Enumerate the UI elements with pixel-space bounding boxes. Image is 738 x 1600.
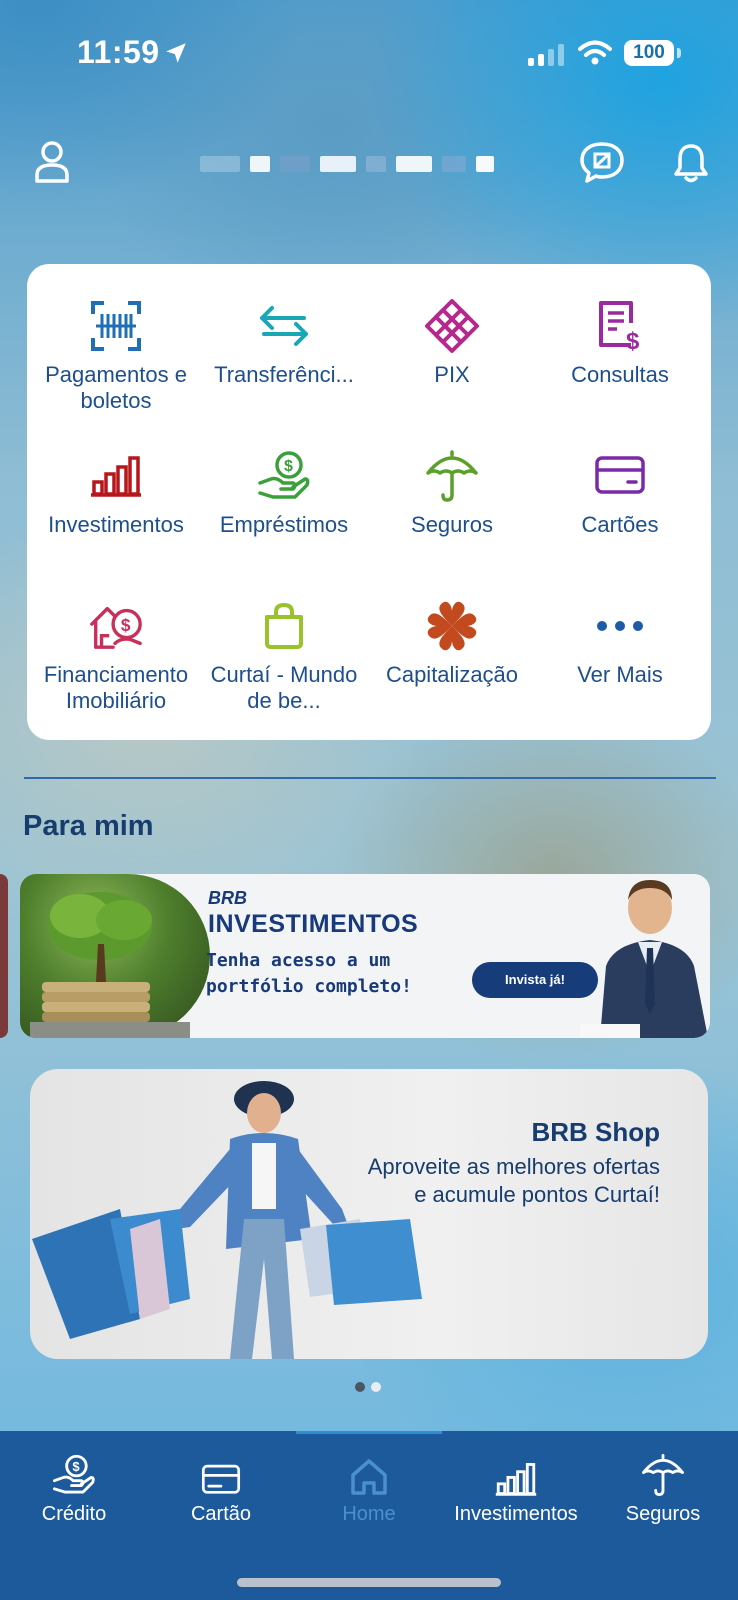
barcode-icon — [91, 301, 141, 351]
service-investimentos[interactable]: Investimentos — [31, 448, 201, 538]
card-icon — [595, 456, 645, 494]
more-dots-icon — [597, 621, 643, 631]
user-profile-icon[interactable] — [34, 140, 70, 184]
tab-investimentos[interactable]: Investimentos — [442, 1451, 590, 1526]
clover-icon — [427, 601, 477, 651]
previous-banner-peek[interactable] — [0, 874, 8, 1038]
svg-text:$: $ — [121, 615, 131, 635]
service-capitalizacao[interactable]: Capitalização — [367, 598, 537, 688]
tab-label: Crédito — [41, 1503, 107, 1525]
tab-label: Investimentos — [454, 1503, 578, 1525]
tab-label: Cartão — [190, 1503, 252, 1525]
tab-cartao[interactable]: Cartão — [147, 1451, 295, 1526]
shop-text: Aproveite as melhores ofertas e acumule … — [367, 1154, 660, 1207]
carousel-dot-1[interactable] — [355, 1382, 365, 1392]
umbrella-icon — [642, 1454, 684, 1496]
bar-chart-icon — [495, 1463, 537, 1496]
service-pix[interactable]: PIX — [367, 298, 537, 388]
service-label: Empréstimos — [219, 512, 349, 537]
bar-chart-icon — [91, 456, 141, 497]
house-money-icon: $ — [90, 606, 142, 649]
tab-label: Seguros — [625, 1503, 701, 1525]
notification-bell-icon[interactable] — [672, 142, 710, 184]
svg-text:$: $ — [284, 458, 293, 475]
service-curtai[interactable]: Curtaí - Mundo de be... — [199, 598, 369, 714]
tab-home[interactable]: Home — [295, 1451, 443, 1526]
umbrella-icon — [426, 450, 478, 502]
coin-hand-icon: $ — [53, 1454, 95, 1494]
woman-shopping-image — [32, 1081, 422, 1359]
transfer-arrows-icon — [260, 306, 308, 346]
tree-coins-image — [20, 874, 210, 1038]
card-icon — [201, 1464, 241, 1494]
service-label: Cartões — [581, 512, 659, 537]
service-seguros[interactable]: Seguros — [367, 448, 537, 538]
service-label: Investimentos — [48, 512, 184, 537]
service-label: PIX — [434, 362, 470, 387]
cellular-signal-icon — [528, 42, 564, 66]
tab-credito[interactable]: $ Crédito — [0, 1451, 148, 1526]
banner-brb-shop[interactable]: BRB Shop Aproveite as melhores ofertas e… — [30, 1069, 708, 1359]
service-cartoes[interactable]: Cartões — [535, 448, 705, 538]
service-financiamento-imobiliario[interactable]: $ Financiamento Imobiliário — [31, 598, 201, 714]
battery-nub — [677, 48, 681, 58]
receipt-icon: $ — [599, 301, 640, 353]
service-label: Curtaí - Mundo de be... — [210, 662, 358, 713]
wifi-icon — [578, 40, 612, 65]
service-label: Transferênci... — [214, 362, 354, 387]
active-tab-indicator — [296, 1431, 442, 1434]
service-label: Ver Mais — [577, 662, 663, 687]
app-header — [0, 130, 738, 200]
coin-hand-icon: $ — [258, 451, 310, 499]
bottom-tab-bar: $ Crédito Cartão Home Investimentos Segu… — [0, 1431, 738, 1600]
status-bar: 11:59 100 — [0, 0, 738, 110]
service-consultas[interactable]: $ Consultas — [535, 298, 705, 388]
pix-icon — [425, 299, 479, 353]
service-label: Capitalização — [385, 662, 519, 687]
carousel-dot-2[interactable] — [371, 1382, 381, 1392]
tab-label: Home — [342, 1503, 396, 1525]
svg-text:$: $ — [626, 328, 640, 353]
status-time: 11:59 — [77, 34, 160, 70]
businessman-image — [580, 880, 708, 1038]
home-indicator-bar[interactable] — [237, 1578, 501, 1587]
banner-text: Tenha acesso a um portfólio completo! — [206, 950, 412, 997]
chat-support-icon[interactable] — [578, 140, 626, 184]
service-transferencias[interactable]: Transferênci... — [199, 298, 369, 388]
svg-text:$: $ — [72, 1459, 80, 1474]
shopping-bag-icon — [265, 602, 303, 649]
home-icon — [351, 1459, 387, 1495]
section-title: Para mim — [23, 810, 154, 842]
battery-indicator: 100 — [624, 40, 674, 66]
services-grid-card: Pagamentos e boletos Transferênci... PIX… — [27, 264, 711, 740]
service-pagamentos[interactable]: Pagamentos e boletos — [31, 298, 201, 414]
carousel-pagination[interactable] — [355, 1382, 381, 1392]
banner-investimentos[interactable]: BRB INVESTIMENTOS Tenha acesso a um port… — [20, 874, 710, 1038]
section-divider — [24, 777, 716, 779]
service-label: Pagamentos e boletos — [45, 362, 187, 413]
service-ver-mais[interactable]: Ver Mais — [535, 598, 705, 688]
service-emprestimos[interactable]: $ Empréstimos — [199, 448, 369, 538]
location-arrow-icon — [166, 43, 186, 63]
tab-seguros[interactable]: Seguros — [589, 1451, 737, 1526]
shop-title: BRB Shop — [531, 1117, 660, 1147]
obscured-user-name — [200, 146, 500, 182]
banner-title: INVESTIMENTOS — [208, 910, 419, 938]
service-label: Seguros — [411, 512, 493, 537]
service-label: Financiamento Imobiliário — [43, 662, 189, 713]
banner-brand: BRB — [208, 888, 247, 908]
service-label: Consultas — [571, 362, 669, 387]
